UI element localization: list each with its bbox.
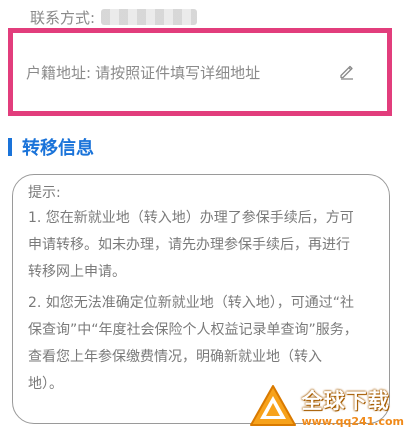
- address-input[interactable]: 请按照证件填写详细地址: [95, 62, 260, 83]
- address-label: 户籍地址:: [26, 63, 92, 82]
- tip-line: 2. 如您无法准确定位新就业地（转入地），可通过“社: [28, 295, 355, 311]
- tip-line: 查看您上年参保缴费情况，明确新就业地（转入: [28, 349, 322, 365]
- contact-label: 联系方式:: [30, 8, 96, 27]
- pencil-icon[interactable]: [338, 62, 356, 80]
- watermark-text: 全球下载 www.qq241.com: [302, 385, 404, 428]
- section-title: 转移信息: [22, 138, 94, 159]
- contact-value-redacted: [101, 9, 198, 25]
- tip-line: 保查询”中“年度社会保险个人权益记录单查询”服务，: [28, 322, 358, 338]
- tip-line: 转移网上申请。: [28, 264, 126, 280]
- watermark-url: www.qq241.com: [301, 414, 404, 428]
- section-accent-bar: [8, 138, 12, 156]
- tip-title: 提示:: [28, 185, 61, 201]
- address-row[interactable]: 户籍地址: 请按照证件填写详细地址: [26, 60, 260, 84]
- tip-line: 1. 您在新就业地（转入地）办理了参保手续后，方可: [28, 210, 354, 226]
- watermark-logo-icon: [249, 385, 296, 426]
- watermark-name: 全球下载: [301, 388, 390, 413]
- contact-row: 联系方式:: [30, 4, 198, 30]
- tip-line: 申请转移。如未办理，请先办理参保手续后，再进行: [28, 237, 350, 253]
- section-header: 转移信息: [8, 136, 94, 159]
- watermark: 全球下载 www.qq241.com: [248, 383, 404, 429]
